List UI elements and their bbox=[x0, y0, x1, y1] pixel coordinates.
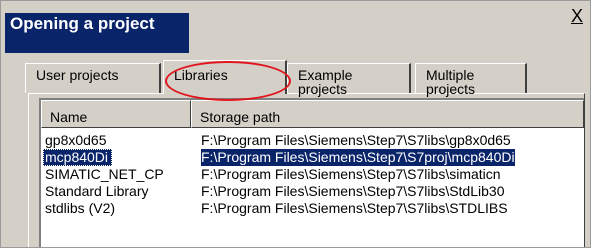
item-name: Standard Library bbox=[45, 183, 149, 199]
tab-example-projects[interactable]: Example projects bbox=[287, 63, 411, 97]
list-item[interactable]: SIMATIC_NET_CP F:\Program Files\Siemens\… bbox=[41, 166, 584, 183]
list-rows: gp8x0d65 F:\Program Files\Siemens\Step7\… bbox=[41, 132, 584, 217]
library-list[interactable]: Name Storage path gp8x0d65 F:\Program Fi… bbox=[39, 98, 584, 247]
list-item-selected[interactable]: mcp840Di F:\Program Files\Siemens\Step7\… bbox=[41, 149, 584, 166]
list-item[interactable]: Standard Library F:\Program Files\Siemen… bbox=[41, 183, 584, 200]
item-storage-path: F:\Program Files\Siemens\Step7\S7libs\si… bbox=[201, 166, 501, 182]
item-name: gp8x0d65 bbox=[45, 132, 107, 148]
item-name: stdlibs (V2) bbox=[45, 200, 116, 216]
column-header-name[interactable]: Name bbox=[41, 100, 191, 128]
list-item[interactable]: gp8x0d65 F:\Program Files\Siemens\Step7\… bbox=[41, 132, 584, 149]
item-storage-path: F:\Program Files\Siemens\Step7\S7libs\gp… bbox=[201, 132, 511, 148]
tab-multiple-projects[interactable]: Multiple projects bbox=[415, 63, 527, 97]
tab-label: Multiple projects bbox=[426, 67, 476, 97]
item-storage-path: F:\Program Files\Siemens\Step7\S7proj\mc… bbox=[201, 149, 515, 166]
close-button[interactable]: X bbox=[567, 6, 587, 28]
item-name: mcp840Di bbox=[43, 149, 113, 166]
dialog-title: Opening a project bbox=[10, 14, 155, 33]
open-project-dialog: Opening a project X User projects Librar… bbox=[0, 0, 591, 248]
tab-strip: User projects Libraries Example projects… bbox=[25, 60, 585, 97]
tab-user-projects[interactable]: User projects bbox=[25, 63, 161, 93]
tab-label: Example projects bbox=[298, 67, 353, 97]
title-bar: Opening a project bbox=[5, 13, 189, 53]
item-name: SIMATIC_NET_CP bbox=[45, 166, 164, 182]
tab-label: Libraries bbox=[174, 67, 228, 83]
item-storage-path: F:\Program Files\Siemens\Step7\S7libs\St… bbox=[201, 183, 505, 199]
column-header-storage-path[interactable]: Storage path bbox=[191, 100, 584, 128]
item-storage-path: F:\Program Files\Siemens\Step7\S7libs\ST… bbox=[201, 200, 508, 216]
tab-libraries[interactable]: Libraries bbox=[163, 60, 287, 94]
list-header: Name Storage path bbox=[41, 100, 584, 128]
list-item[interactable]: stdlibs (V2) F:\Program Files\Siemens\St… bbox=[41, 200, 584, 217]
tab-label: User projects bbox=[36, 67, 119, 83]
